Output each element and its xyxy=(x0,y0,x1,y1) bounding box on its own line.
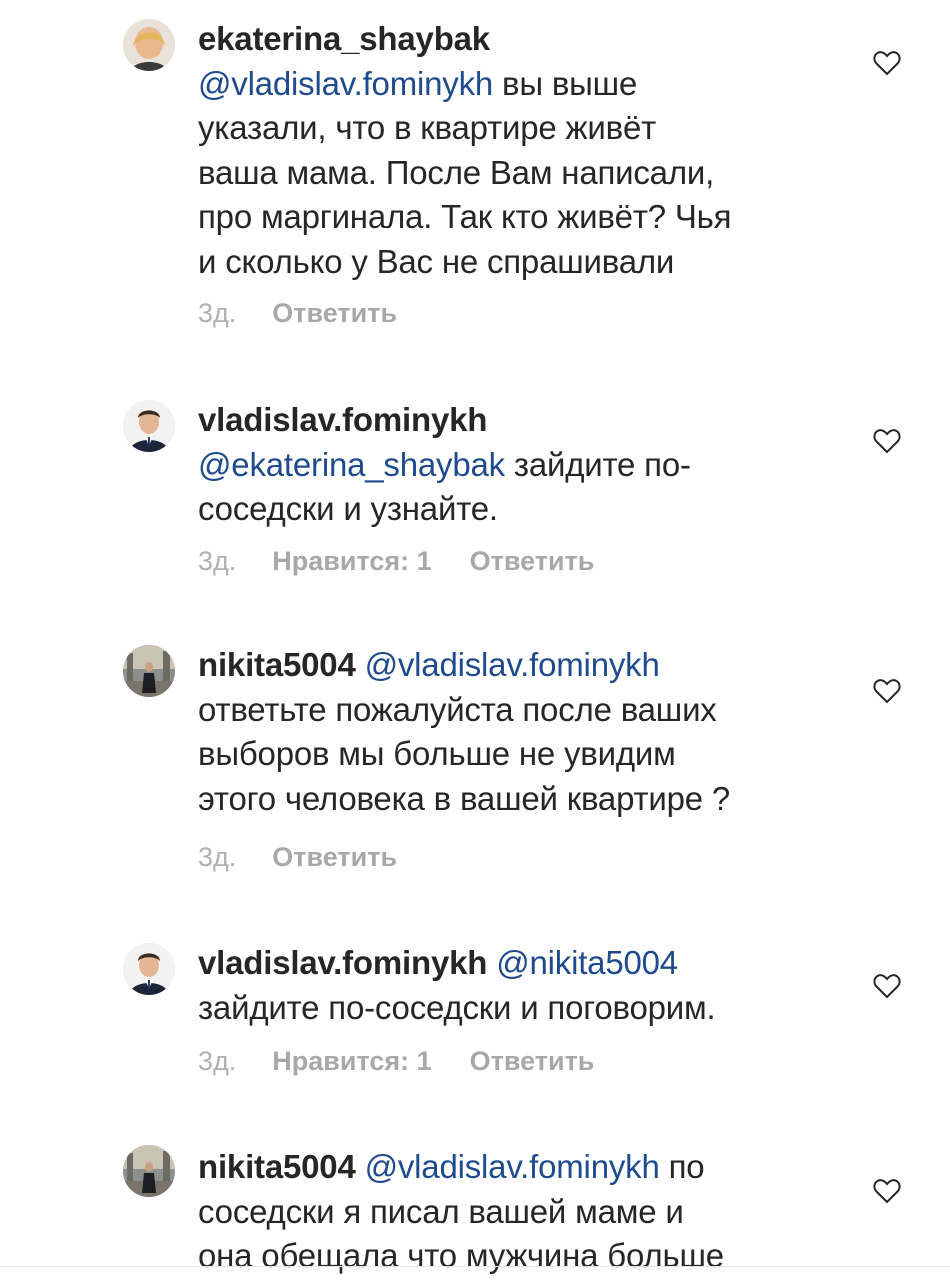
likes-count[interactable]: Нравится: 1 xyxy=(272,546,431,576)
comment-meta: 3д. Ответить xyxy=(198,842,397,873)
comment-meta: 3д. Нравится: 1 Ответить xyxy=(198,1046,594,1077)
comment-text: зайдите по- xyxy=(504,445,691,483)
divider xyxy=(0,1266,950,1267)
likes-count[interactable]: Нравится: 1 xyxy=(272,1046,431,1076)
comment-time: 3д. xyxy=(198,546,237,576)
reply-button[interactable]: Ответить xyxy=(470,546,595,576)
comment-text: соседски и узнайте. xyxy=(198,490,498,527)
comment-username[interactable]: vladislav.fominykh xyxy=(198,944,487,981)
reply-button[interactable]: Ответить xyxy=(272,842,397,872)
avatar[interactable] xyxy=(123,1145,175,1197)
comment-body: ekaterina_shaybak @vladislav.fominykh вы… xyxy=(198,17,830,284)
heart-outline-icon[interactable] xyxy=(873,1178,901,1204)
avatar[interactable] xyxy=(123,645,175,697)
comment-body: nikita5004 @vladislav.fominykh по соседс… xyxy=(198,1145,830,1279)
comment-text: про маргинала. Так кто живёт? Чья xyxy=(198,198,732,235)
avatar[interactable] xyxy=(123,400,175,452)
avatar[interactable] xyxy=(123,19,175,71)
comment-username[interactable]: nikita5004 xyxy=(198,1148,356,1185)
reply-button[interactable]: Ответить xyxy=(272,298,397,328)
comment-mention[interactable]: @vladislav.fominykh xyxy=(365,646,660,683)
comment-username[interactable]: nikita5004 xyxy=(198,646,356,683)
comment-mention[interactable]: @vladislav.fominykh xyxy=(365,1148,660,1185)
comment-time: 3д. xyxy=(198,842,237,872)
comment-text: выборов мы больше не увидим xyxy=(198,735,676,772)
comment-body: nikita5004 @vladislav.fominykh ответьте … xyxy=(198,643,830,821)
comment-time: 3д. xyxy=(198,298,237,328)
comment-text: по xyxy=(659,1148,705,1185)
comment-text: ответьте пожалуйста после ваших xyxy=(198,690,717,728)
comment-mention[interactable]: @vladislav.fominykh xyxy=(198,65,493,102)
avatar[interactable] xyxy=(123,943,175,995)
heart-outline-icon[interactable] xyxy=(873,678,901,704)
comment-time: 3д. xyxy=(198,1046,237,1076)
comment-body: vladislav.fominykh @nikita5004 зайдите п… xyxy=(198,941,830,1030)
reply-button[interactable]: Ответить xyxy=(470,1046,595,1076)
comment-body: vladislav.fominykh @ekaterina_shaybak за… xyxy=(198,398,830,532)
heart-outline-icon[interactable] xyxy=(873,428,901,454)
comment-text: этого человека в вашей квартире ? xyxy=(198,779,731,817)
comment-username[interactable]: vladislav.fominykh xyxy=(198,401,487,438)
comment-text: она обещала что мужчина больше xyxy=(198,1237,724,1274)
comment-meta: 3д. Ответить xyxy=(198,298,397,329)
comment-mention[interactable]: @ekaterina_shaybak xyxy=(198,446,505,483)
comment-text: ваша мама. После Вам написали, xyxy=(198,153,715,191)
comment-username[interactable]: ekaterina_shaybak xyxy=(198,20,490,57)
heart-outline-icon[interactable] xyxy=(873,50,901,76)
comment-mention[interactable]: @nikita5004 xyxy=(496,944,678,981)
comment-text: указали, что в квартире живёт xyxy=(198,109,657,146)
comment-text: и сколько у Вас не спрашивали xyxy=(198,242,675,280)
comment-meta: 3д. Нравится: 1 Ответить xyxy=(198,546,594,577)
comment-text: зайдите по-соседски и поговорим. xyxy=(198,988,716,1026)
comment-text: вы выше xyxy=(493,64,638,102)
comment-text: соседски я писал вашей маме и xyxy=(198,1192,684,1230)
heart-outline-icon[interactable] xyxy=(873,973,901,999)
